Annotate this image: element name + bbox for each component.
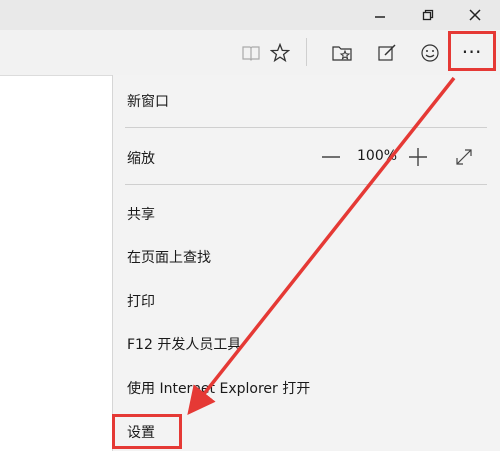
settings-highlight-box <box>112 414 182 449</box>
reading-view-icon <box>242 45 260 61</box>
more-actions-icon: ⋯ <box>461 39 483 63</box>
add-favorite-button[interactable] <box>262 30 298 75</box>
close-icon <box>468 9 481 21</box>
menu-item-dev-tools[interactable]: F12 开发人员工具 <box>127 334 241 354</box>
menu-item-new-window[interactable]: 新窗口 <box>127 91 169 111</box>
menu-item-zoom-label: 缩放 <box>127 151 155 167</box>
favorite-star-icon <box>270 42 290 62</box>
more-actions-button[interactable]: ⋯ <box>448 31 496 71</box>
title-bar <box>0 0 500 30</box>
full-screen-button[interactable] <box>452 147 476 167</box>
restore-icon <box>422 9 433 21</box>
menu-item-print[interactable]: 打印 <box>127 291 155 311</box>
toolbar-separator <box>306 38 307 66</box>
plus-icon <box>409 148 427 166</box>
feedback-button[interactable] <box>412 30 448 75</box>
close-button[interactable] <box>452 0 497 30</box>
feedback-smile-icon <box>421 43 439 62</box>
minus-icon <box>322 156 340 158</box>
zoom-out-button[interactable] <box>319 147 343 167</box>
menu-item-find-on-page[interactable]: 在页面上查找 <box>127 247 211 267</box>
menu-item-share[interactable]: 共享 <box>127 204 155 224</box>
restore-button[interactable] <box>405 0 450 30</box>
zoom-in-button[interactable] <box>406 147 430 167</box>
browser-toolbar <box>0 30 500 76</box>
zoom-level: 100% <box>357 148 398 164</box>
hub-icon <box>332 45 352 61</box>
minimize-icon <box>374 16 385 18</box>
menu-item-open-with-ie[interactable]: 使用 Internet Explorer 打开 <box>127 378 310 398</box>
menu-separator <box>125 127 487 128</box>
minimize-button[interactable] <box>357 0 402 30</box>
web-note-button[interactable] <box>369 30 405 75</box>
more-actions-menu: 新窗口 缩放 100% 共享 在页面上查找 打印 F12 开发人员工具 使用 I… <box>112 75 500 451</box>
menu-separator <box>125 184 487 185</box>
web-note-icon <box>378 43 396 61</box>
full-screen-icon <box>456 149 472 165</box>
hub-button[interactable] <box>324 30 360 75</box>
